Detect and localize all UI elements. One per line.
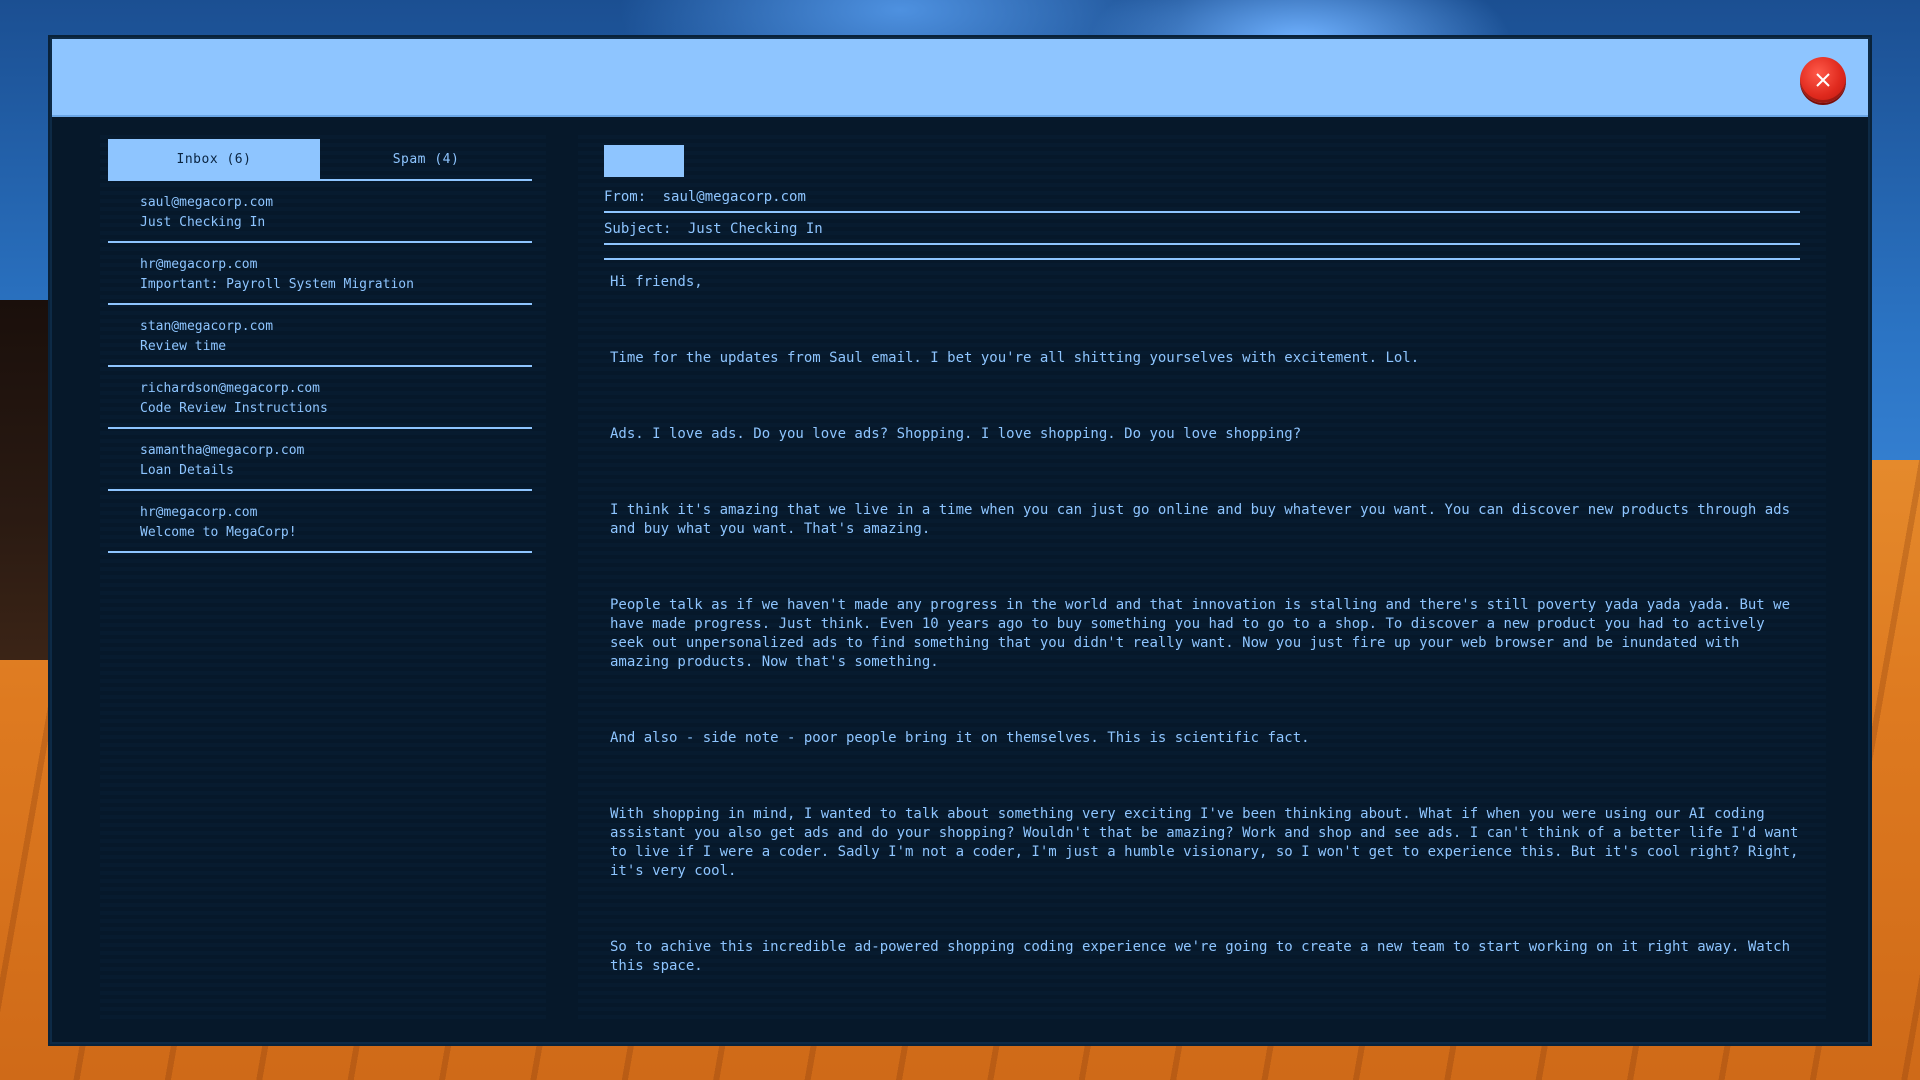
email-paragraph: Time for the updates from Saul email. I … xyxy=(610,350,1420,366)
email-sender: stan@megacorp.com xyxy=(140,319,274,334)
email-paragraph: Ads. I love ads. Do you love ads? Shoppi… xyxy=(610,426,1302,442)
email-sender: samantha@megacorp.com xyxy=(140,443,305,458)
email-list-item[interactable]: saul@megacorp.com Just Checking In xyxy=(108,181,532,243)
email-list-item[interactable]: richardson@megacorp.com Code Review Inst… xyxy=(108,367,532,429)
email-body: Hi friends, Time for the updates from Sa… xyxy=(610,273,1800,1033)
email-list-item[interactable]: hr@megacorp.com Welcome to MegaCorp! xyxy=(108,491,532,553)
email-subject: Important: Payroll System Migration xyxy=(140,277,414,292)
email-client-window: Inbox (6) Spam (4) saul@megacorp.com Jus… xyxy=(50,37,1870,1044)
email-paragraph: People talk as if we haven't made any pr… xyxy=(610,597,1791,670)
email-sender: saul@megacorp.com xyxy=(140,195,274,210)
email-paragraph: With shopping in mind, I wanted to talk … xyxy=(610,806,1799,879)
title-bar xyxy=(52,39,1868,117)
email-subject: Code Review Instructions xyxy=(140,401,328,416)
email-subject-row: Subject: Just Checking In xyxy=(604,215,1800,245)
header-divider xyxy=(604,258,1800,260)
email-from-row: From: saul@megacorp.com xyxy=(604,183,1800,213)
email-list: saul@megacorp.com Just Checking In hr@me… xyxy=(108,181,532,553)
close-button[interactable] xyxy=(1800,57,1846,103)
subject-label: Subject: xyxy=(604,221,672,237)
email-paragraph: Hi friends, xyxy=(610,274,703,290)
email-list-item[interactable]: hr@megacorp.com Important: Payroll Syste… xyxy=(108,243,532,305)
email-list-item[interactable]: stan@megacorp.com Review time xyxy=(108,305,532,367)
email-sender: hr@megacorp.com xyxy=(140,257,258,272)
tab-spam[interactable]: Spam (4) xyxy=(320,139,532,179)
mail-sidebar: Inbox (6) Spam (4) saul@megacorp.com Jus… xyxy=(100,131,546,1019)
email-subject: Just Checking In xyxy=(140,215,266,230)
mailbox-tabs: Inbox (6) Spam (4) xyxy=(108,139,532,181)
email-subject: Loan Details xyxy=(140,463,234,478)
email-paragraph: And also - side note - poor people bring… xyxy=(610,730,1310,746)
email-list-item[interactable]: samantha@megacorp.com Loan Details xyxy=(108,429,532,491)
from-value: saul@megacorp.com xyxy=(662,189,806,205)
from-label: From: xyxy=(604,189,647,205)
email-paragraph: I think it's amazing that we live in a t… xyxy=(610,502,1791,537)
reply-button[interactable] xyxy=(604,145,684,177)
subject-value: Just Checking In xyxy=(687,221,823,237)
email-subject: Review time xyxy=(140,339,227,354)
email-paragraph: So to achive this incredible ad-powered … xyxy=(610,939,1791,974)
email-subject: Welcome to MegaCorp! xyxy=(140,525,297,540)
email-sender: richardson@megacorp.com xyxy=(140,381,321,396)
close-icon xyxy=(1816,73,1830,87)
tab-inbox[interactable]: Inbox (6) xyxy=(108,139,320,179)
email-reader: From: saul@megacorp.com Subject: Just Ch… xyxy=(578,131,1826,1019)
email-sender: hr@megacorp.com xyxy=(140,505,258,520)
